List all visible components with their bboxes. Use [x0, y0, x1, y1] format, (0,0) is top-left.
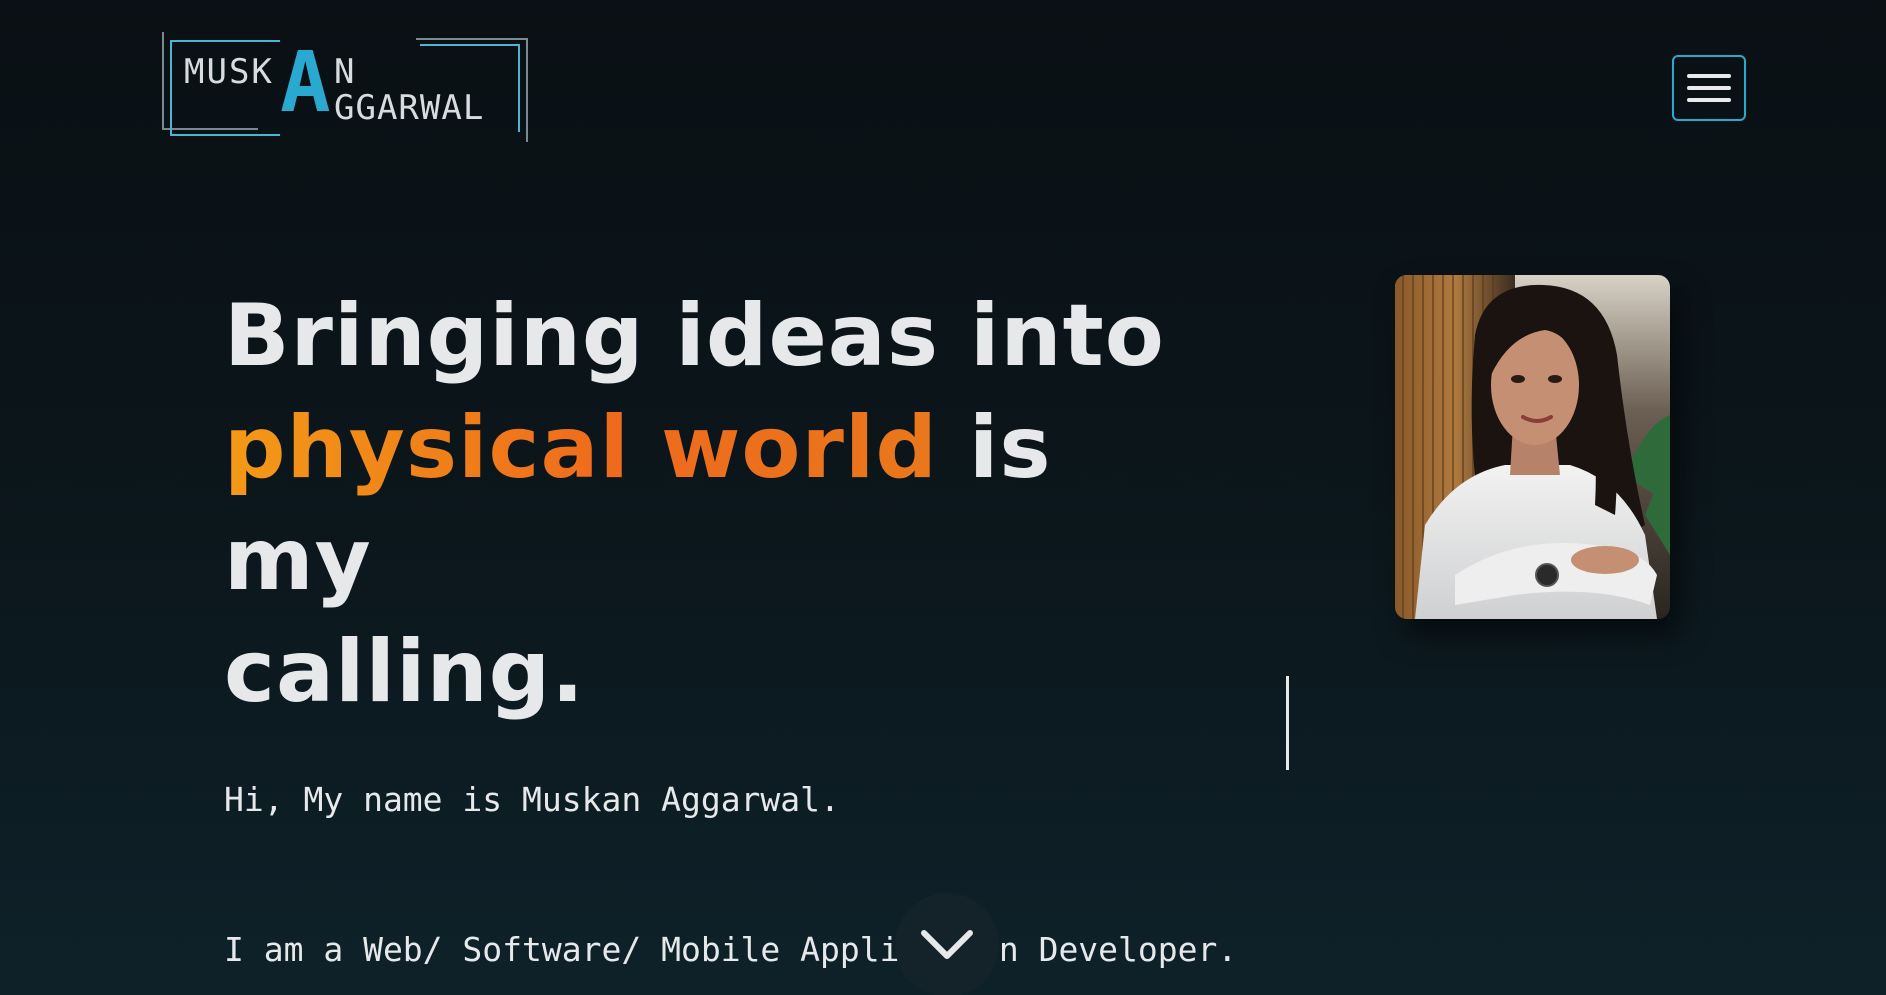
headline-line-1: Bringing ideas into: [224, 286, 1165, 386]
intro-line-1: Hi, My name is Muskan Aggarwal.: [224, 780, 840, 819]
chevron-down-icon: [921, 930, 973, 959]
site-logo[interactable]: MUSK A N GGARWAL: [162, 30, 530, 145]
intro-text: Hi, My name is Muskan Aggarwal. I am a W…: [224, 675, 1237, 995]
logo-first-name: MUSK: [184, 52, 274, 92]
scroll-down-button[interactable]: [895, 893, 999, 995]
headline-accent: physical world: [224, 398, 938, 498]
profile-photo: [1395, 275, 1670, 619]
logo-first-name-suffix: N: [334, 52, 355, 92]
typing-cursor: [1286, 676, 1289, 770]
hero-headline: Bringing ideas into physical world is my…: [224, 280, 1224, 728]
hamburger-icon: [1687, 98, 1731, 102]
intro-line-2: I am a Web/ Software/ Mobile Application…: [224, 930, 1238, 969]
hamburger-icon: [1687, 86, 1731, 90]
logo-last-name: GGARWAL: [334, 88, 485, 128]
menu-button[interactable]: [1672, 55, 1746, 121]
logo-big-letter: A: [280, 33, 331, 131]
hamburger-icon: [1687, 74, 1731, 78]
